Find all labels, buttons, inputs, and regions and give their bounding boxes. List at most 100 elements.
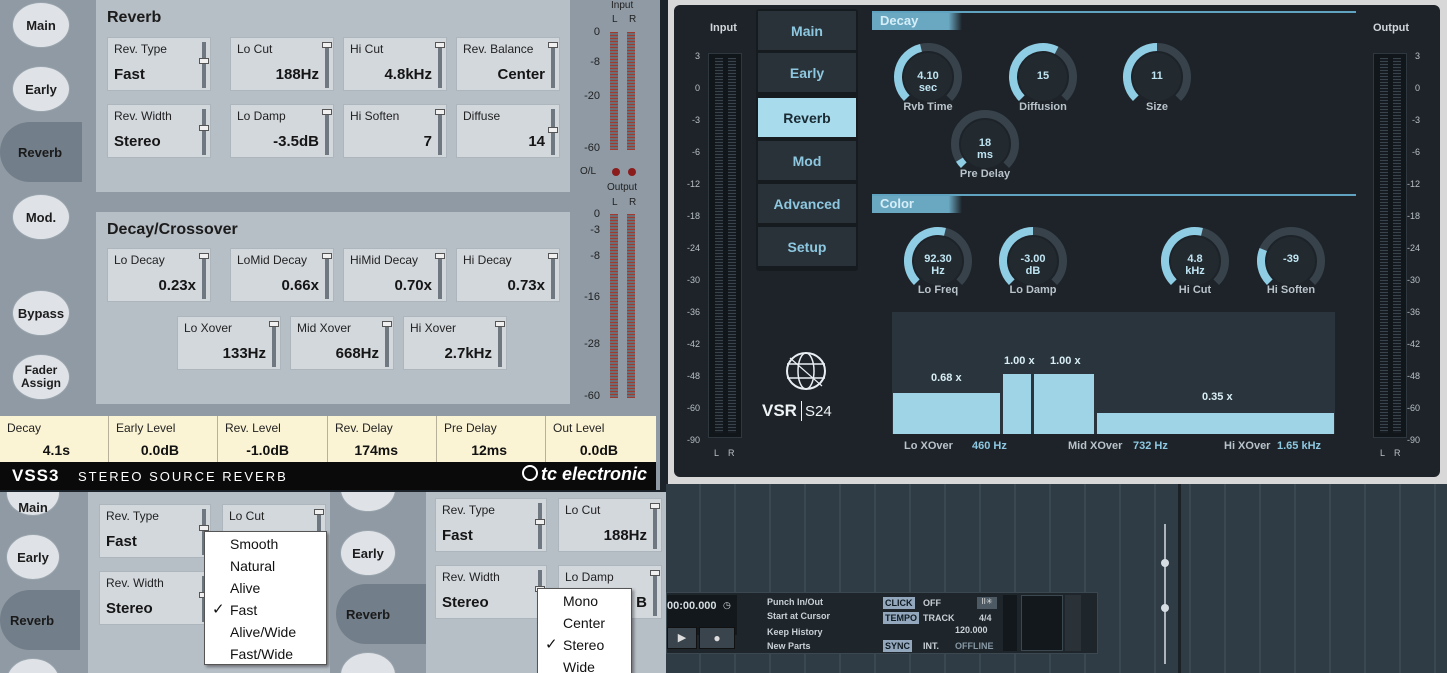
tab-early[interactable]: Early <box>758 53 856 93</box>
rev-width-param[interactable]: Rev. Width Stereo <box>435 565 547 619</box>
param-fader[interactable] <box>382 321 392 367</box>
diffuse-param[interactable]: Diffuse 14 <box>456 104 560 158</box>
rev-width-param[interactable]: Rev. Width Stereo <box>107 104 211 158</box>
lomid-decay-param[interactable]: LoMid Decay 0.66x <box>230 248 334 302</box>
param-label: Lo Cut <box>229 509 265 523</box>
play-button[interactable]: ▶ <box>667 627 697 649</box>
tab-main[interactable]: Main <box>758 11 856 51</box>
vsr-logo: VSR <box>762 401 797 420</box>
hi-soften-param[interactable]: Hi Soften 7 <box>343 104 447 158</box>
record-button[interactable]: ● <box>699 627 735 649</box>
param-fader[interactable] <box>435 42 445 88</box>
param-fader[interactable] <box>435 109 445 155</box>
keep-history-option[interactable]: Keep History <box>767 627 823 637</box>
lo-xover-value[interactable]: 460 Hz <box>972 440 1007 452</box>
menu-item-smooth[interactable]: Smooth <box>205 533 326 555</box>
tab-advanced[interactable]: Advanced <box>758 184 856 224</box>
offline-status: OFFLINE <box>955 641 994 651</box>
nav-button-early[interactable]: Early <box>6 534 60 580</box>
mid-xover-value[interactable]: 732 Hz <box>1133 440 1168 452</box>
decay-bar-himid[interactable] <box>1034 374 1094 434</box>
lo-xover-param[interactable]: Lo Xover 133Hz <box>177 316 281 370</box>
menu-item-stereo[interactable]: ✓ Stereo <box>538 634 631 656</box>
param-fader[interactable] <box>650 570 660 616</box>
tab-mod[interactable]: Mod <box>758 141 856 181</box>
hi-cut-param[interactable]: Hi Cut 4.8kHz <box>343 37 447 91</box>
param-fader[interactable] <box>548 42 558 88</box>
nav-button-mod[interactable] <box>6 658 60 673</box>
nav-button-mod[interactable]: Mod. <box>12 194 70 240</box>
decay-bar-hi[interactable] <box>1097 413 1334 434</box>
menu-item-center[interactable]: Center <box>538 612 631 634</box>
hi-xover-value[interactable]: 1.65 kHz <box>1277 440 1321 452</box>
lo-damp-param[interactable]: Lo Damp -3.5dB <box>230 104 334 158</box>
nav-button-main[interactable]: Main <box>12 2 70 48</box>
tempo-toggle[interactable]: TEMPO <box>883 612 920 624</box>
lo-cut-param[interactable]: Lo Cut 188Hz <box>230 37 334 91</box>
new-parts-option[interactable]: New Parts <box>767 641 811 651</box>
nav-button-early[interactable]: Early <box>340 530 396 576</box>
lo-cut-param[interactable]: Lo Cut 188Hz <box>558 498 662 552</box>
hi-decay-param[interactable]: Hi Decay 0.73x <box>456 248 560 302</box>
click-toggle[interactable]: CLICK <box>883 597 915 609</box>
menu-item-alive-wide[interactable]: Alive/Wide <box>205 621 326 643</box>
menu-item-fast[interactable]: ✓ Fast <box>205 599 326 621</box>
param-fader[interactable] <box>548 253 558 299</box>
menu-item-alive[interactable]: Alive <box>205 577 326 599</box>
param-fader[interactable] <box>269 321 279 367</box>
param-value: 0.66x <box>281 277 319 294</box>
sync-toggle[interactable]: SYNC <box>883 640 913 652</box>
zoom-handle[interactable] <box>1161 559 1169 567</box>
rev-type-param[interactable]: Rev. Type Fast <box>107 37 211 91</box>
param-label: Rev. Balance <box>463 42 534 56</box>
nav-button-main[interactable]: Main <box>6 492 60 516</box>
menu-item-natural[interactable]: Natural <box>205 555 326 577</box>
param-fader[interactable] <box>322 109 332 155</box>
zoom-handle[interactable] <box>1161 604 1169 612</box>
param-fader[interactable] <box>199 42 209 88</box>
param-fader[interactable] <box>435 253 445 299</box>
punch-in-out-option[interactable]: Punch In/Out <box>767 597 823 607</box>
himid-decay-param[interactable]: HiMid Decay 0.70x <box>343 248 447 302</box>
param-fader[interactable] <box>322 253 332 299</box>
rev-delay-field[interactable]: Rev. Delay 174ms <box>328 416 437 462</box>
rev-balance-param[interactable]: Rev. Balance Center <box>456 37 560 91</box>
lo-decay-param[interactable]: Lo Decay 0.23x <box>107 248 211 302</box>
tab-reverb[interactable]: Reverb <box>758 98 856 138</box>
pre-delay-field[interactable]: Pre Delay 12ms <box>437 416 546 462</box>
out-level-field[interactable]: Out Level 0.0dB <box>546 416 656 462</box>
rev-type-param[interactable]: Rev. Type Fast <box>99 504 211 558</box>
field-value: 0.0dB <box>140 442 179 458</box>
menu-item-wide[interactable]: Wide <box>538 656 631 673</box>
nav-button-early[interactable]: Early <box>12 66 70 112</box>
rev-width-param[interactable]: Rev. Width Stereo <box>99 571 211 625</box>
nav-tab-reverb[interactable]: Reverb <box>0 122 82 182</box>
overload-led-r <box>628 168 636 176</box>
menu-item-fast-wide[interactable]: Fast/Wide <box>205 643 326 665</box>
decay-field[interactable]: Decay 4.1s <box>0 416 109 462</box>
early-level-field[interactable]: Early Level 0.0dB <box>109 416 218 462</box>
decay-bar-lo[interactable] <box>893 393 1000 434</box>
start-at-cursor-option[interactable]: Start at Cursor <box>767 611 830 621</box>
mid-xover-param[interactable]: Mid Xover 668Hz <box>290 316 394 370</box>
menu-item-mono[interactable]: Mono <box>538 590 631 612</box>
fader-assign-button[interactable]: Fader Assign <box>12 354 70 400</box>
metronome-icon[interactable]: II✳ <box>977 597 997 609</box>
param-fader[interactable] <box>199 109 209 155</box>
param-fader[interactable] <box>650 503 660 549</box>
param-fader[interactable] <box>548 109 558 155</box>
tab-setup[interactable]: Setup <box>758 227 856 267</box>
nav-tab-reverb[interactable]: Reverb <box>336 584 426 644</box>
hi-xover-param[interactable]: Hi Xover 2.7kHz <box>403 316 507 370</box>
param-fader[interactable] <box>495 321 505 367</box>
zoom-slider[interactable] <box>1164 524 1166 664</box>
param-fader[interactable] <box>199 253 209 299</box>
bypass-button[interactable]: Bypass <box>12 290 70 336</box>
nav-tab-reverb[interactable]: Reverb <box>0 590 80 650</box>
level-fader[interactable] <box>1065 595 1081 651</box>
rev-level-field[interactable]: Rev. Level -1.0dB <box>218 416 328 462</box>
param-fader[interactable] <box>535 503 545 549</box>
rev-type-param[interactable]: Rev. Type Fast <box>435 498 547 552</box>
param-fader[interactable] <box>322 42 332 88</box>
decay-bar-lomid[interactable] <box>1003 374 1031 434</box>
